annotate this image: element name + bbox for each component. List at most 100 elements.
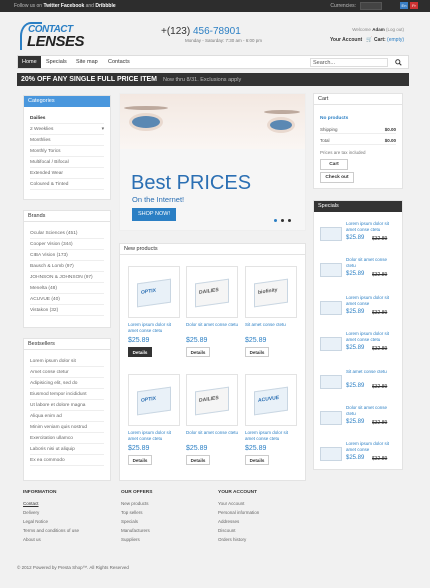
footer-link[interactable]: Personal information <box>218 508 308 517</box>
bestseller-item[interactable]: Exercitation ullamco <box>30 433 104 444</box>
shop-now-button[interactable]: SHOP NOW! <box>132 208 176 221</box>
promo-bar[interactable]: 20% OFF ANY SINGLE FULL PRICE ITEM Now t… <box>17 73 409 86</box>
nav-contacts[interactable]: Contacts <box>104 56 134 68</box>
logout-link[interactable]: (Log out) <box>386 27 404 32</box>
special-image[interactable] <box>320 227 342 241</box>
product-name[interactable]: Lorem ipsum dolor sit amet conse ctetu <box>245 430 299 442</box>
details-button[interactable]: Details <box>186 347 210 357</box>
slider-dot[interactable] <box>281 219 284 222</box>
brand-item[interactable]: ACUVUE (40) <box>30 294 104 305</box>
footer-link[interactable]: Your Account <box>218 499 308 508</box>
special-name[interactable]: Lorem ipsum dolor sit amet conse ctetu <box>346 221 398 233</box>
details-button[interactable]: Details <box>128 347 152 357</box>
details-button[interactable]: Details <box>186 455 210 465</box>
brand-item[interactable]: Bausch & Lomb (97) <box>30 261 104 272</box>
cart-icon[interactable]: 🛒 <box>366 37 372 43</box>
currency-select[interactable] <box>360 2 382 10</box>
bestseller-item[interactable]: Adipisicing elit, sed do <box>30 378 104 389</box>
footer-link[interactable]: Terms and conditions of use <box>23 526 113 535</box>
footer-link[interactable]: Legal Notice <box>23 517 113 526</box>
footer-link[interactable]: New products <box>121 499 211 508</box>
details-button[interactable]: Details <box>245 347 269 357</box>
hero-banner[interactable]: Best PRICES On the Internet! SHOP NOW! <box>119 93 306 231</box>
product-image[interactable]: OPTIX <box>128 374 180 426</box>
special-image[interactable] <box>320 301 342 315</box>
lang-en-button[interactable]: En <box>400 2 408 9</box>
footer-link[interactable]: Addresses <box>218 517 308 526</box>
nav-site-map[interactable]: Site map <box>72 56 102 68</box>
category-item[interactable]: Monthly Torics <box>30 146 104 157</box>
category-item[interactable]: 2 Weeklies ▾ <box>30 124 104 135</box>
details-button[interactable]: Details <box>128 455 152 465</box>
product-image[interactable]: DAILIES <box>186 374 238 426</box>
category-item[interactable]: Coloured & Tinted <box>30 179 104 190</box>
special-item[interactable]: Sit amet conse ctetu $25.89 $32.89 <box>320 369 400 403</box>
category-item[interactable]: Multifocal / Bifocal <box>30 157 104 168</box>
checkout-button[interactable]: Check out <box>320 172 354 183</box>
footer-link[interactable]: Orders history <box>218 535 308 544</box>
dribbble-link[interactable]: Dribbble <box>95 3 115 9</box>
footer-link[interactable]: Top sellers <box>121 508 211 517</box>
lang-fr-button[interactable]: Fr <box>410 2 418 9</box>
special-item[interactable]: Lorem ipsum dolor sit amet conse $25.89 … <box>320 295 400 329</box>
search-icon[interactable] <box>395 59 402 66</box>
nav-home[interactable]: Home <box>18 56 41 68</box>
bestseller-item[interactable]: Laboris nisi ut aliquip <box>30 444 104 455</box>
cart-link[interactable]: Cart: <box>374 37 386 43</box>
special-item[interactable]: Lorem ipsum dolor sit amet conse $25.89 … <box>320 441 400 475</box>
special-name[interactable]: Lorem ipsum dolor sit amet conse <box>346 295 398 307</box>
chevron-down-icon[interactable]: ▾ <box>102 124 104 135</box>
footer-link[interactable]: About us <box>23 535 113 544</box>
brand-item[interactable]: Menelta (48) <box>30 283 104 294</box>
footer-link[interactable]: Discount <box>218 526 308 535</box>
special-item[interactable]: Dolor sit amet conse ctetu $25.89 $32.89 <box>320 257 400 291</box>
special-image[interactable] <box>320 263 342 277</box>
nav-specials[interactable]: Specials <box>42 56 71 68</box>
special-item[interactable]: Lorem ipsum dolor sit amet conse ctetu $… <box>320 221 400 255</box>
product-image[interactable]: biofinity <box>245 266 297 318</box>
special-item[interactable]: Lorem ipsum dolor sit amet conse ctetu $… <box>320 331 400 365</box>
twitter-link[interactable]: Twitter <box>43 3 59 9</box>
special-name[interactable]: Dolor sit amet conse ctetu <box>346 257 398 269</box>
footer-link[interactable]: Specials <box>121 517 211 526</box>
product-name[interactable]: Lorem ipsum dolor sit amet conse ctetu <box>128 430 182 442</box>
special-image[interactable] <box>320 411 342 425</box>
slider-dot[interactable] <box>274 219 277 222</box>
category-item[interactable]: Dailies <box>30 113 104 124</box>
brand-item[interactable]: JOHNSON & JOHNSON (97) <box>30 272 104 283</box>
product-image[interactable]: ACUVUE <box>245 374 297 426</box>
logo[interactable]: CONTACT LENSES <box>20 22 90 50</box>
category-item[interactable]: Extended Wear <box>30 168 104 179</box>
slider-dot[interactable] <box>288 219 291 222</box>
facebook-link[interactable]: Facebook <box>61 3 84 9</box>
product-name[interactable]: Dolor sit amet conse ctetu <box>186 430 240 442</box>
special-image[interactable] <box>320 375 342 389</box>
bestseller-item[interactable]: Ut labore et dolore magna <box>30 400 104 411</box>
footer-link[interactable]: Manufacturers <box>121 526 211 535</box>
footer-link[interactable]: Contact <box>23 499 113 508</box>
special-item[interactable]: Dolor sit amet conse ctetu $25.89 $32.89 <box>320 405 400 439</box>
special-name[interactable]: Sit amet conse ctetu <box>346 369 398 375</box>
search-input[interactable]: Search... <box>310 58 388 67</box>
product-image[interactable]: DAILIES <box>186 266 238 318</box>
brand-item[interactable]: Cooper Vision (344) <box>30 239 104 250</box>
special-name[interactable]: Lorem ipsum dolor sit amet conse ctetu <box>346 331 398 343</box>
bestseller-item[interactable]: Lorem ipsum dolor sit <box>30 356 104 367</box>
your-account-link[interactable]: Your Account <box>330 37 362 43</box>
product-image[interactable]: OPTIX <box>128 266 180 318</box>
bestseller-item[interactable]: Minim veniam quis nostrud <box>30 422 104 433</box>
brand-item[interactable]: Vistakon (32) <box>30 305 104 316</box>
details-button[interactable]: Details <box>245 455 269 465</box>
product-name[interactable]: Dolor sit amet conse ctetu <box>186 322 240 334</box>
bestseller-item[interactable]: Eiusmod tempor incididunt <box>30 389 104 400</box>
cart-button[interactable]: Cart <box>320 159 348 170</box>
product-name[interactable]: Sit amet conse ctetu <box>245 322 299 334</box>
special-image[interactable] <box>320 337 342 351</box>
category-item[interactable]: Monthlies <box>30 135 104 146</box>
special-name[interactable]: Dolor sit amet conse ctetu <box>346 405 398 417</box>
special-image[interactable] <box>320 447 342 461</box>
bestseller-item[interactable]: Amet conse ctetur <box>30 367 104 378</box>
brand-item[interactable]: Ocular Sciences (451) <box>30 228 104 239</box>
bestseller-item[interactable]: Ex ea commodo <box>30 455 104 466</box>
footer-link[interactable]: Suppliers <box>121 535 211 544</box>
